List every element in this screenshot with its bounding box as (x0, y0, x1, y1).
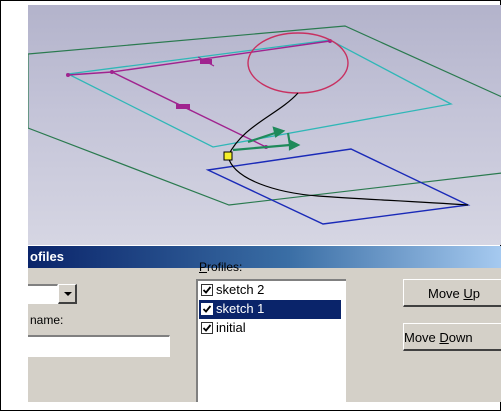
list-item-label: sketch 2 (216, 282, 265, 297)
name-field[interactable] (28, 335, 170, 357)
profiles-dialog: ofiles name: Profiles: sketch 2 sketch 1… (28, 246, 501, 402)
circle-sketch-red (247, 32, 349, 94)
list-item-sketch-1[interactable]: sketch 1 (199, 300, 341, 319)
checkbox-initial[interactable] (201, 322, 213, 334)
move-down-label: Move Down (404, 330, 473, 345)
dialog-title: ofiles (30, 249, 64, 264)
list-item-sketch-2[interactable]: sketch 2 (199, 281, 341, 300)
loft-curve-lower (227, 155, 469, 206)
control-point[interactable] (223, 151, 233, 161)
combo-field[interactable] (28, 284, 58, 304)
chevron-down-icon (64, 292, 72, 296)
axis-arrow (232, 126, 301, 152)
check-icon (202, 324, 212, 332)
name-label: name: (30, 313, 64, 327)
3d-viewport[interactable] (28, 5, 501, 245)
viewport-canvas[interactable] (28, 5, 501, 245)
profiles-listbox[interactable]: sketch 2 sketch 1 initial (196, 279, 346, 402)
list-item-initial[interactable]: initial (199, 319, 341, 338)
combo-dropdown-button[interactable] (58, 284, 77, 304)
checkbox-sketch-2[interactable] (201, 284, 213, 296)
dimension-marker (173, 56, 215, 112)
move-up-button[interactable]: Move Up (403, 279, 501, 307)
profiles-label: Profiles: (199, 260, 243, 274)
dialog-title-bar[interactable]: ofiles (28, 246, 501, 268)
list-item-label: initial (216, 320, 246, 335)
window-frame: ofiles name: Profiles: sketch 2 sketch 1… (0, 0, 501, 411)
list-item-label: sketch 1 (216, 301, 265, 316)
check-icon (202, 305, 212, 313)
checkbox-sketch-1[interactable] (201, 303, 213, 315)
move-up-label: Move Up (428, 286, 481, 301)
move-down-button[interactable]: Move Down (403, 323, 501, 351)
profile-quadrilateral-blue (205, 148, 471, 225)
sketch-plane (28, 25, 501, 206)
check-icon (202, 286, 212, 294)
profile-rectangle-cyan (65, 39, 453, 148)
